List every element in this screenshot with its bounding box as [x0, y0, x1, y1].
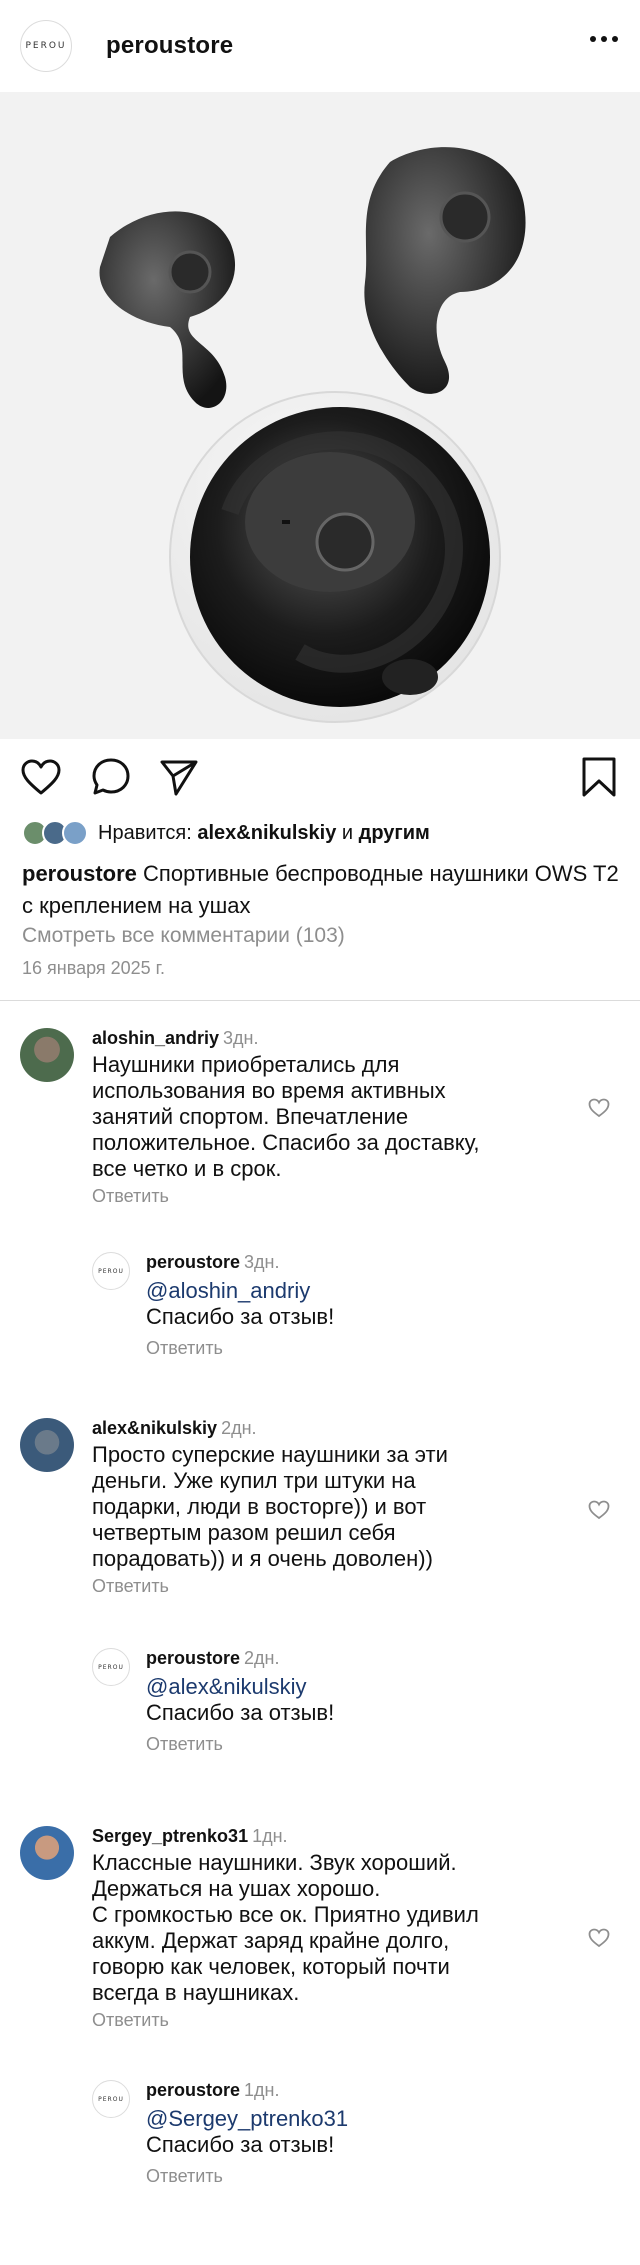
comment-text: Наушники приобретались для использования…: [92, 1052, 480, 1181]
comment-like-heart-icon[interactable]: [588, 1500, 610, 1520]
likes-user[interactable]: alex&nikulskiy: [197, 822, 336, 845]
reply-button[interactable]: Ответить: [92, 1186, 480, 1207]
reply-logo-text: PEROU: [98, 1267, 124, 1275]
reply-comment: PEROU peroustore 2дн. @alex&nikulskiy Спа…: [92, 1648, 334, 1755]
reply-button[interactable]: Ответить: [146, 2166, 348, 2187]
post-username[interactable]: peroustore: [106, 32, 233, 60]
likes-summary[interactable]: Нравится: alex&nikulskiy и другим: [22, 818, 430, 848]
reply-mention[interactable]: @aloshin_andriy: [146, 1278, 310, 1303]
reply-mention[interactable]: @alex&nikulskiy: [146, 1674, 307, 1699]
commenter-avatar[interactable]: [20, 1028, 74, 1082]
reply-username[interactable]: peroustore: [146, 1252, 240, 1272]
comment-text: Классные наушники. Звук хороший. Держать…: [92, 1850, 479, 2005]
comment-like-heart-icon[interactable]: [588, 1098, 610, 1118]
more-options-icon[interactable]: [590, 36, 618, 42]
like-heart-icon[interactable]: [18, 754, 64, 800]
store-reply-avatar[interactable]: PEROU: [92, 1648, 130, 1686]
comment-bubble-icon[interactable]: [88, 754, 134, 800]
reply-button[interactable]: Ответить: [92, 1576, 448, 1597]
post-caption: peroustore Спортивные беспроводные наушн…: [22, 858, 622, 922]
reply-username[interactable]: peroustore: [146, 1648, 240, 1668]
comment-username[interactable]: alex&nikulskiy: [92, 1418, 217, 1438]
reply-mention[interactable]: @Sergey_ptrenko31: [146, 2106, 348, 2131]
reply-text: Спасибо за отзыв!: [146, 1304, 335, 1329]
comment-username[interactable]: aloshin_andriy: [92, 1028, 219, 1048]
store-reply-avatar[interactable]: PEROU: [92, 2080, 130, 2118]
post-actions: [0, 754, 640, 804]
reply-username[interactable]: peroustore: [146, 2080, 240, 2100]
reply-time: 3дн.: [244, 1252, 280, 1272]
store-logo-text: PEROU: [25, 41, 67, 51]
reply-time: 2дн.: [244, 1648, 280, 1668]
store-avatar[interactable]: PEROU: [20, 20, 72, 72]
comment-time: 3дн.: [223, 1028, 259, 1048]
reply-logo-text: PEROU: [98, 1663, 124, 1671]
reply-comment: PEROU peroustore 1дн. @Sergey_ptrenko31 С…: [92, 2080, 348, 2187]
store-reply-avatar[interactable]: PEROU: [92, 1252, 130, 1290]
earbuds-product-image: [99, 147, 526, 723]
post-header: PEROU peroustore: [0, 0, 640, 92]
commenter-avatar[interactable]: [20, 1826, 74, 1880]
comment-time: 2дн.: [221, 1418, 257, 1438]
reply-button[interactable]: Ответить: [92, 2010, 479, 2031]
divider: [0, 1000, 640, 1001]
caption-username[interactable]: peroustore: [22, 861, 137, 886]
post-photo[interactable]: [0, 92, 640, 739]
likes-others[interactable]: другим: [359, 822, 430, 845]
liker-avatars: [22, 820, 88, 846]
reply-text: Спасибо за отзыв!: [146, 2132, 335, 2157]
reply-time: 1дн.: [244, 2080, 280, 2100]
reply-button[interactable]: Ответить: [146, 1734, 334, 1755]
comment: alex&nikulskiy 2дн. Просто суперские науш…: [20, 1418, 448, 1597]
comment: aloshin_andriy 3дн. Наушники приобреталис…: [20, 1028, 480, 1207]
likes-prefix: Нравится:: [98, 821, 198, 844]
share-send-icon[interactable]: [156, 754, 202, 800]
bookmark-icon[interactable]: [576, 754, 622, 800]
reply-comment: PEROU peroustore 3дн. @aloshin_andriy Спа…: [92, 1252, 334, 1359]
comment-text: Просто суперские наушники за эти деньги.…: [92, 1442, 448, 1571]
reply-button[interactable]: Ответить: [146, 1338, 334, 1359]
comment-like-heart-icon[interactable]: [588, 1928, 610, 1948]
reply-logo-text: PEROU: [98, 2095, 124, 2103]
post-date: 16 января 2025 г.: [22, 958, 166, 978]
comment-time: 1дн.: [252, 1826, 288, 1846]
likes-mid: и: [336, 821, 359, 844]
comment: Sergey_ptrenko31 1дн. Классные наушники. …: [20, 1826, 479, 2031]
liker-avatar: [62, 820, 88, 846]
commenter-avatar[interactable]: [20, 1418, 74, 1472]
comment-username[interactable]: Sergey_ptrenko31: [92, 1826, 248, 1846]
view-all-comments-link[interactable]: Смотреть все комментарии (103): [22, 924, 345, 948]
reply-text: Спасибо за отзыв!: [146, 1700, 335, 1725]
